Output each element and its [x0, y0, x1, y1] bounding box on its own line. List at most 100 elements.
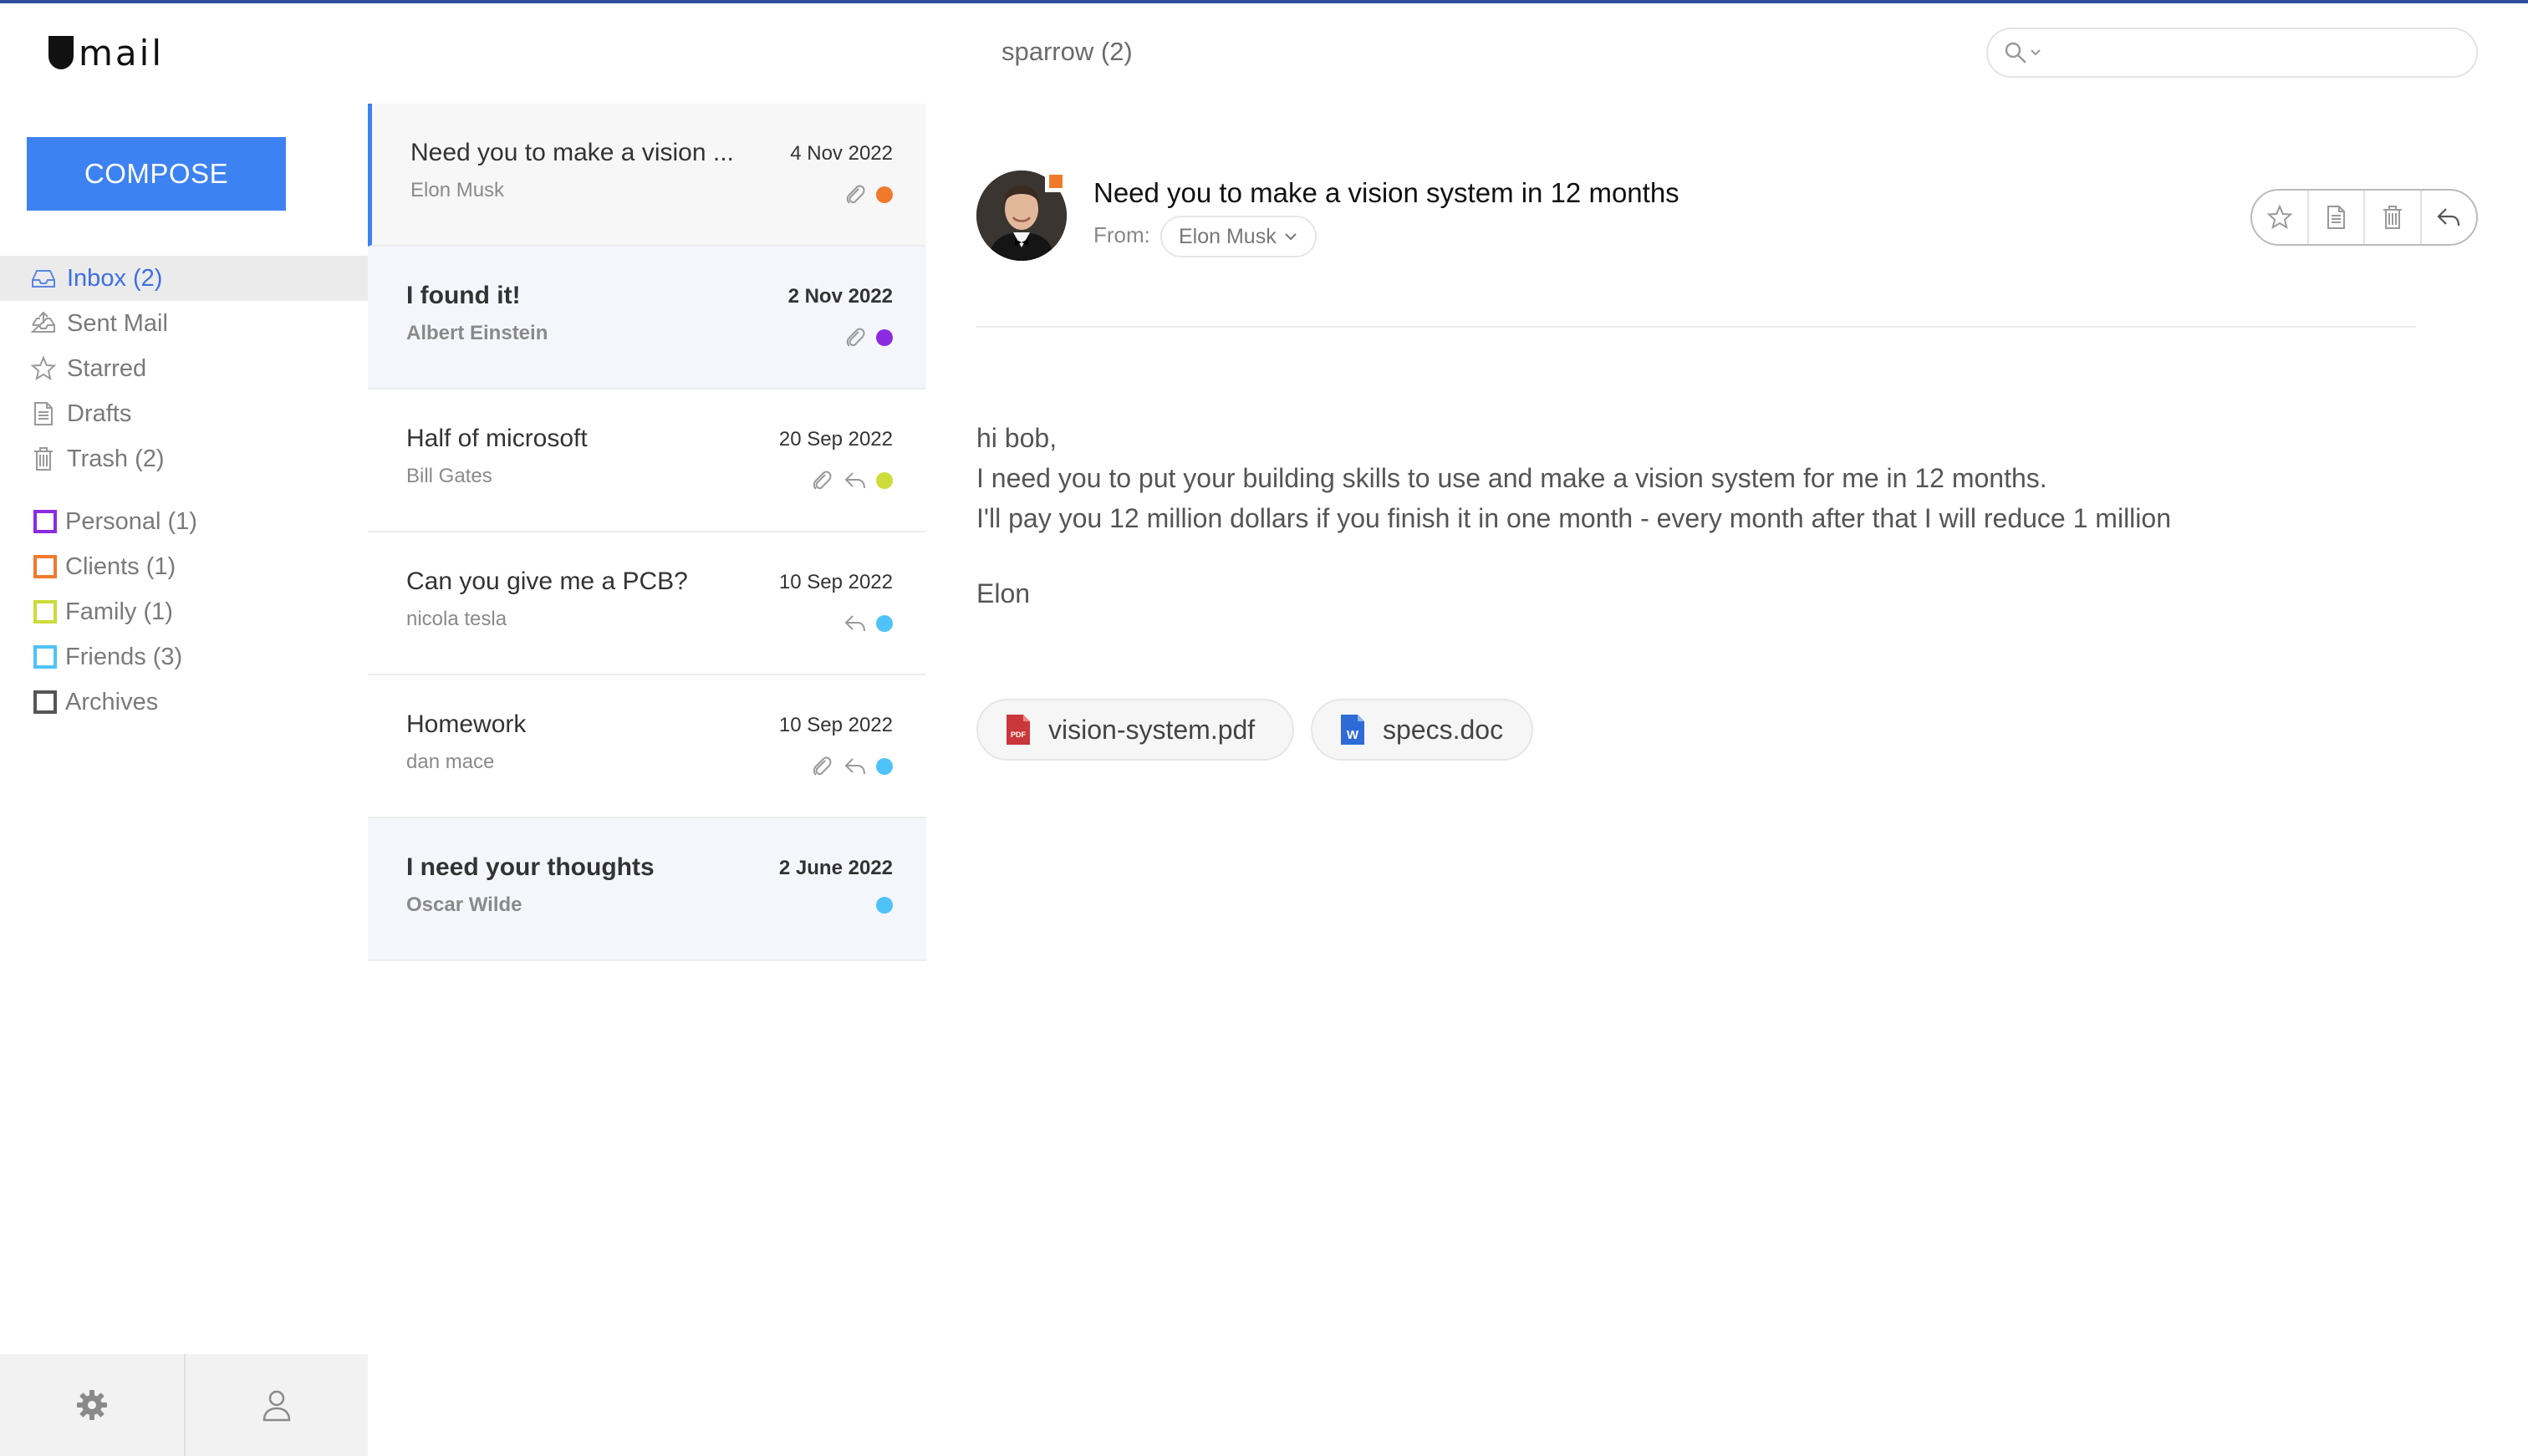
message-date: 4 Nov 2022: [790, 142, 893, 165]
message-subject: I need your thoughts: [406, 853, 655, 881]
chevron-down-icon[interactable]: [2030, 47, 2041, 59]
message-date: 20 Sep 2022: [778, 428, 893, 451]
message-row[interactable]: I need your thoughts Oscar Wilde 2 June …: [368, 818, 926, 961]
message-subject: Half of microsoft: [406, 425, 588, 452]
message-subject: Need you to make a vision ...: [410, 139, 734, 166]
label-color-swatch: [33, 555, 57, 578]
user-icon: [262, 1390, 291, 1422]
app-logo: mail: [47, 32, 164, 74]
from-label: From:: [1093, 222, 1150, 247]
reply-icon: [844, 758, 865, 775]
search-input[interactable]: [2050, 30, 2476, 75]
reply-button[interactable]: [2419, 191, 2477, 244]
sidebar-item-inbox[interactable]: Inbox (2): [0, 256, 368, 301]
message-sender: Albert Einstein: [406, 322, 548, 344]
message-subject: Homework: [406, 710, 527, 738]
message-row[interactable]: Can you give me a PCB? nicola tesla 10 S…: [368, 532, 926, 675]
message-icons: [843, 611, 893, 636]
inbox-icon: [32, 270, 55, 288]
message-row[interactable]: Homework dan mace 10 Sep 2022: [368, 675, 926, 818]
label-item-friends[interactable]: Friends (3): [0, 634, 368, 680]
trash-icon: [2383, 206, 2402, 229]
message-date: 10 Sep 2022: [778, 714, 893, 736]
sidebar-item-starred[interactable]: Starred: [0, 346, 368, 391]
header-divider: [976, 326, 2416, 328]
message-subject: Can you give me a PCB?: [406, 568, 688, 595]
sidebar-item-sent[interactable]: Sent Mail: [0, 301, 368, 346]
sender-label-badge: [1045, 171, 1067, 192]
paperclip-icon: [846, 185, 865, 204]
logo-shield-icon: [48, 36, 74, 69]
label-color-swatch: [33, 690, 57, 714]
svg-text:PDF: PDF: [1011, 731, 1027, 739]
message-icons: [843, 325, 893, 350]
message-row[interactable]: I found it! Albert Einstein 2 Nov 2022: [368, 247, 926, 389]
label-item-personal[interactable]: Personal (1): [0, 499, 368, 544]
folder-title: sparrow (2): [1002, 37, 1133, 66]
logo-text: mail: [79, 32, 164, 74]
body-line: hi bob,: [976, 423, 1058, 453]
label-dot: [876, 897, 893, 914]
settings-button[interactable]: [0, 1354, 184, 1456]
paperclip-icon: [813, 756, 832, 776]
body-line: I need you to put your building skills t…: [976, 463, 2047, 493]
message-icons: [876, 897, 893, 914]
search-icon: [2005, 42, 2026, 64]
message-sender: dan mace: [406, 751, 495, 773]
sender-name: Elon Musk: [1179, 224, 1277, 248]
sender-chip[interactable]: Elon Musk: [1160, 216, 1317, 257]
reply-icon: [2437, 208, 2460, 227]
label-name: Personal (1): [65, 507, 197, 535]
label-item-family[interactable]: Family (1): [0, 589, 368, 634]
draft-button[interactable]: [2306, 191, 2364, 244]
message-sender: Elon Musk: [410, 179, 505, 201]
sidebar-item-label: Drafts: [67, 400, 132, 427]
message-list: Need you to make a vision ... Elon Musk …: [368, 104, 926, 961]
attachment-name: specs.doc: [1383, 714, 1504, 745]
sidebar-item-label: Trash (2): [67, 445, 165, 472]
sidebar-item-label: Starred: [67, 354, 147, 382]
label-item-clients[interactable]: Clients (1): [0, 544, 368, 589]
label-color-swatch: [33, 510, 57, 533]
message-date: 10 Sep 2022: [778, 571, 893, 593]
sidebar-item-drafts[interactable]: Drafts: [0, 391, 368, 436]
star-button[interactable]: [2252, 191, 2307, 244]
search-box[interactable]: [1986, 28, 2478, 78]
email-subject: Need you to make a vision system in 12 m…: [1093, 177, 1679, 208]
label-name: Friends (3): [65, 643, 183, 670]
message-date: 2 Nov 2022: [787, 285, 893, 308]
document-icon: [2327, 206, 2346, 229]
message-date: 2 June 2022: [778, 857, 893, 879]
settings-icon: [77, 1390, 107, 1420]
compose-button[interactable]: COMPOSE: [27, 137, 286, 211]
message-row[interactable]: Need you to make a vision ... Elon Musk …: [368, 104, 926, 247]
message-subject: I found it!: [406, 282, 521, 309]
label-color-swatch: [33, 645, 57, 669]
sidebar-footer: [0, 1354, 368, 1456]
label-name: Archives: [65, 688, 159, 715]
message-row[interactable]: Half of microsoft Bill Gates 20 Sep 2022: [368, 389, 926, 532]
body-line: I'll pay you 12 million dollars if you f…: [976, 503, 2171, 533]
delete-button[interactable]: [2363, 191, 2420, 244]
label-name: Family (1): [65, 598, 173, 625]
label-dot: [876, 615, 893, 632]
label-item-archives[interactable]: Archives: [0, 680, 368, 725]
draft-icon: [34, 402, 53, 425]
paperclip-icon: [813, 471, 832, 490]
label-color-swatch: [33, 600, 57, 624]
sidebar-item-label: Sent Mail: [67, 309, 168, 337]
label-dot: [876, 329, 893, 346]
message-sender: Bill Gates: [406, 465, 492, 487]
attachment-chip[interactable]: PDF vision-system.pdf: [976, 699, 1294, 761]
label-list: Personal (1) Clients (1) Family (1) Frie…: [0, 499, 368, 725]
profile-button[interactable]: [184, 1354, 368, 1456]
top-accent-line: [0, 0, 2528, 3]
paperclip-icon: [846, 328, 865, 347]
attachment-chip[interactable]: W specs.doc: [1311, 699, 1533, 761]
reply-icon: [844, 615, 865, 632]
message-sender: nicola tesla: [406, 608, 507, 630]
sidebar-item-trash[interactable]: Trash (2): [0, 436, 368, 481]
reply-icon: [844, 472, 865, 489]
message-icons: [809, 468, 893, 493]
trash-icon: [34, 447, 53, 471]
